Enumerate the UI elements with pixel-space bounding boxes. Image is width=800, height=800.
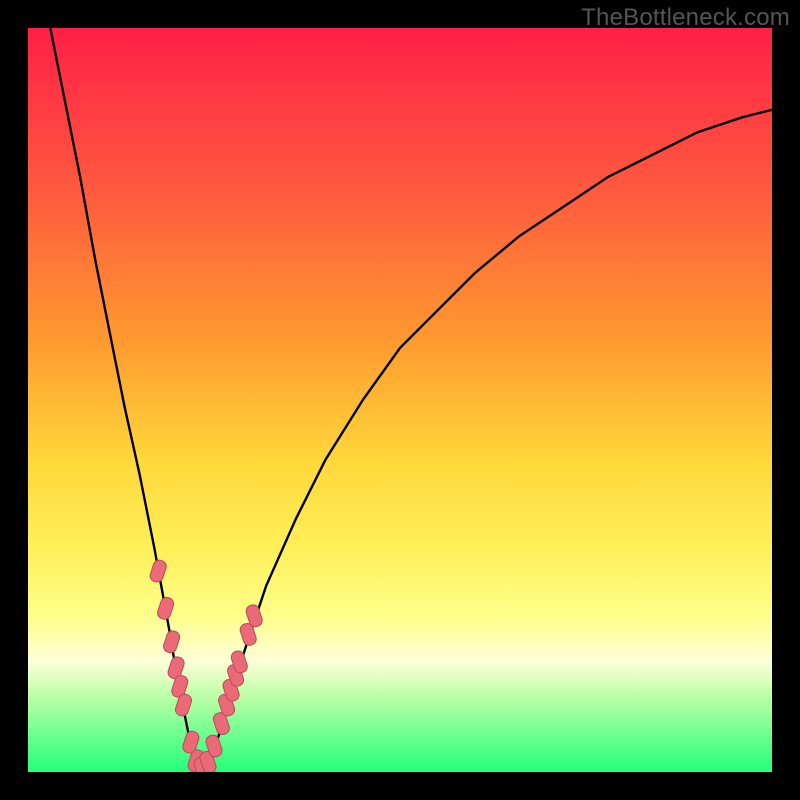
curve-marker [162, 629, 181, 654]
bottleneck-chart [28, 28, 772, 772]
chart-frame: TheBottleneck.com [0, 0, 800, 800]
curve-marker [149, 559, 168, 584]
plot-area [28, 28, 772, 772]
marker-group [149, 559, 264, 772]
curve-marker [156, 596, 175, 621]
bottleneck-curve [50, 28, 772, 772]
